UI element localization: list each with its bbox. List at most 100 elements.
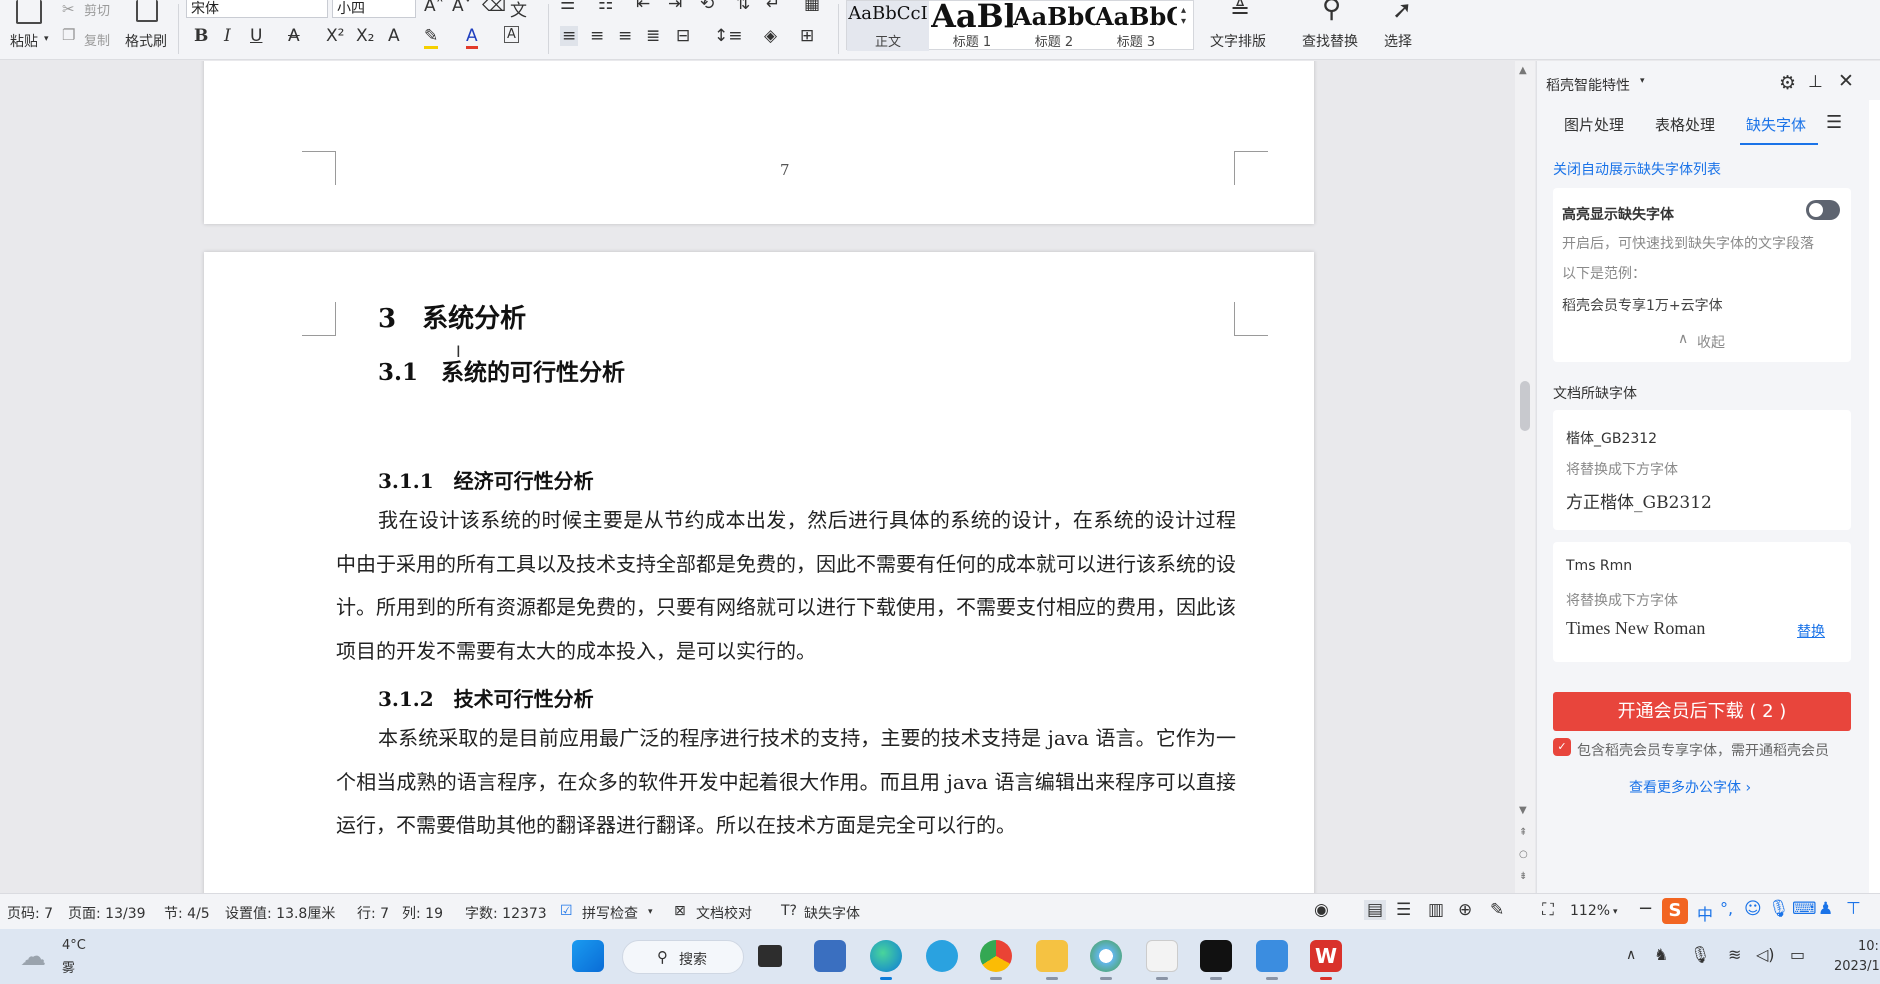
clock-date[interactable]: 2023/1	[1834, 959, 1880, 974]
bullet-list-icon[interactable]: ☰	[560, 0, 575, 14]
more-fonts-link[interactable]: 查看更多办公字体 ›	[1629, 777, 1751, 797]
missing-font-button[interactable]: 缺失字体	[804, 903, 860, 923]
wifi-icon[interactable]: ≋	[1728, 945, 1741, 964]
collapse-button[interactable]: 收起	[1697, 332, 1725, 352]
ie-browser-icon[interactable]	[926, 940, 958, 972]
weather-icon[interactable]: ☁	[20, 942, 46, 972]
status-page-code[interactable]: 页码: 7	[7, 903, 53, 923]
spellcheck-icon[interactable]: ☑	[560, 903, 573, 919]
zoom-level[interactable]: 112%	[1570, 903, 1610, 919]
status-col[interactable]: 列: 19	[402, 903, 443, 923]
photos-icon[interactable]	[1090, 940, 1122, 972]
decrease-indent-icon[interactable]: ⇤	[636, 0, 650, 14]
style-normal[interactable]: AaBbCcI 正文	[847, 1, 929, 51]
weather-temp[interactable]: 4°C	[62, 938, 86, 953]
table-tools-icon[interactable]: ▦	[804, 0, 820, 14]
emoji-icon[interactable]: ☺	[1744, 899, 1762, 919]
panel-title[interactable]: 稻壳智能特性	[1546, 75, 1630, 95]
scroll-up-icon[interactable]: ▲	[1519, 65, 1527, 76]
proofread-button[interactable]: 文档校对	[696, 903, 752, 923]
text-effect-icon[interactable]: A	[388, 26, 400, 46]
chevron-up-icon[interactable]: ∧	[1678, 331, 1688, 347]
copy-button[interactable]: 复制	[84, 30, 110, 49]
tab-image-processing[interactable]: 图片处理	[1564, 114, 1624, 135]
highlight-icon[interactable]: ✎	[424, 26, 439, 49]
strikethrough-icon[interactable]: A	[288, 26, 300, 46]
qq-icon[interactable]: ♞	[1654, 945, 1668, 964]
format-painter-button[interactable]: 格式刷	[125, 31, 167, 51]
write-mode-icon[interactable]: ✎	[1490, 900, 1504, 920]
superscript-icon[interactable]: X²	[326, 26, 344, 46]
select-browse-icon[interactable]: ○	[1519, 849, 1528, 860]
distribute-icon[interactable]: ⊟	[676, 26, 690, 46]
show-marks-icon[interactable]: ↵	[766, 0, 780, 14]
remote-desktop-icon[interactable]	[814, 940, 846, 972]
chrome-icon[interactable]	[980, 940, 1012, 972]
wps-writer-icon[interactable]: W	[1310, 940, 1342, 972]
align-left-icon[interactable]: ≡	[560, 26, 579, 46]
border-icon[interactable]: ⊞	[800, 26, 814, 46]
clock-time[interactable]: 10:	[1858, 939, 1879, 954]
paragraph-technical[interactable]: 本系统采取的是目前应用最广泛的程序进行技术的支持，主要的技术支持是 java 语…	[336, 717, 1236, 889]
gear-icon[interactable]: ⚙	[1779, 72, 1796, 94]
ime-chinese-mode[interactable]: 中	[1697, 901, 1713, 925]
missing-font-icon[interactable]: T?	[781, 903, 797, 919]
shirt-icon[interactable]: ⊤	[1846, 899, 1861, 919]
pin-icon[interactable]: ⊥	[1808, 72, 1823, 92]
spellcheck-dropdown-icon[interactable]: ▾	[648, 907, 653, 917]
style-heading-3[interactable]: AaBbC 标题 3	[1095, 1, 1177, 51]
web-view-icon[interactable]: ⊕	[1458, 900, 1472, 920]
reading-view-icon[interactable]: ▥	[1428, 900, 1444, 920]
align-right-icon[interactable]: ≡	[618, 26, 632, 46]
status-row[interactable]: 行: 7	[357, 903, 389, 923]
font-name-select[interactable]: 宋体	[186, 0, 328, 18]
text-layout-button[interactable]: 文字排版	[1210, 31, 1266, 51]
highlight-toggle[interactable]	[1806, 200, 1840, 220]
search-icon[interactable]: ⚲	[1322, 0, 1341, 24]
justify-icon[interactable]: ≣	[646, 26, 660, 46]
zoom-out-icon[interactable]: −	[1638, 898, 1653, 919]
grow-font-icon[interactable]: A˄	[424, 0, 444, 16]
cut-button[interactable]: 剪切	[84, 0, 110, 19]
phonetic-icon[interactable]: 文	[510, 0, 527, 21]
heading-1[interactable]: 3 系统分析	[378, 298, 526, 335]
sogou-ime-icon[interactable]: S	[1662, 898, 1688, 924]
paragraph-economic[interactable]: 我在设计该系统的时候主要是从节约成本出发，然后进行具体的系统的设计，在系统的设计…	[336, 499, 1236, 673]
select-button[interactable]: 选择	[1384, 31, 1412, 51]
copy-icon[interactable]: ❐	[62, 26, 75, 44]
status-setting[interactable]: 设置值: 13.8厘米	[225, 903, 335, 923]
tab-missing-fonts[interactable]: 缺失字体	[1746, 114, 1806, 135]
next-page-icon[interactable]: ⇟	[1519, 871, 1527, 882]
format-painter-icon[interactable]	[136, 0, 158, 22]
weather-desc[interactable]: 雾	[62, 957, 75, 976]
underline-icon[interactable]: U	[250, 26, 262, 46]
chevron-up-icon[interactable]: ∧	[1626, 947, 1636, 963]
align-center-icon[interactable]: ≡	[590, 26, 604, 46]
prev-page-icon[interactable]: ⇞	[1519, 827, 1527, 838]
outline-view-icon[interactable]: ☰	[1396, 900, 1411, 920]
slides-app-icon[interactable]	[1146, 940, 1178, 972]
battery-icon[interactable]: ▭	[1790, 945, 1805, 964]
subscript-icon[interactable]: X₂	[356, 26, 374, 46]
menu-icon[interactable]: ☰	[1826, 112, 1842, 133]
taskbar-search[interactable]: ⚲ 搜索	[622, 940, 744, 974]
shading-icon[interactable]: ◈	[764, 26, 777, 46]
eye-protect-icon[interactable]: ◉	[1314, 900, 1329, 920]
chinese-layout-icon[interactable]: ⟲	[700, 0, 714, 14]
microphone-icon[interactable]: 🎙	[1768, 899, 1790, 919]
paste-dropdown-icon[interactable]: ▾	[44, 34, 49, 44]
fit-page-icon[interactable]: ⛶	[1542, 900, 1554, 920]
heading-3-economic[interactable]: 3.1.1 经济可行性分析	[378, 465, 594, 494]
font-size-select[interactable]: 小四	[332, 0, 416, 18]
punctuation-icon[interactable]: °,	[1720, 899, 1733, 918]
numbered-list-icon[interactable]: ☷	[598, 0, 613, 14]
tab-table-processing[interactable]: 表格处理	[1655, 114, 1715, 135]
style-heading-1[interactable]: AaBl 标题 1	[931, 1, 1013, 51]
vip-download-button[interactable]: 开通会员后下载 ( 2 )	[1553, 692, 1851, 731]
font-color-icon[interactable]: A	[466, 26, 478, 49]
sort-icon[interactable]: ⇅	[736, 0, 750, 14]
heading-2[interactable]: 3.1 系统的可行性分析	[378, 353, 625, 387]
close-auto-show-link[interactable]: 关闭自动展示缺失字体列表	[1553, 159, 1721, 179]
zoom-dropdown-icon[interactable]: ▾	[1613, 907, 1618, 917]
scissors-icon[interactable]: ✂	[62, 0, 75, 18]
